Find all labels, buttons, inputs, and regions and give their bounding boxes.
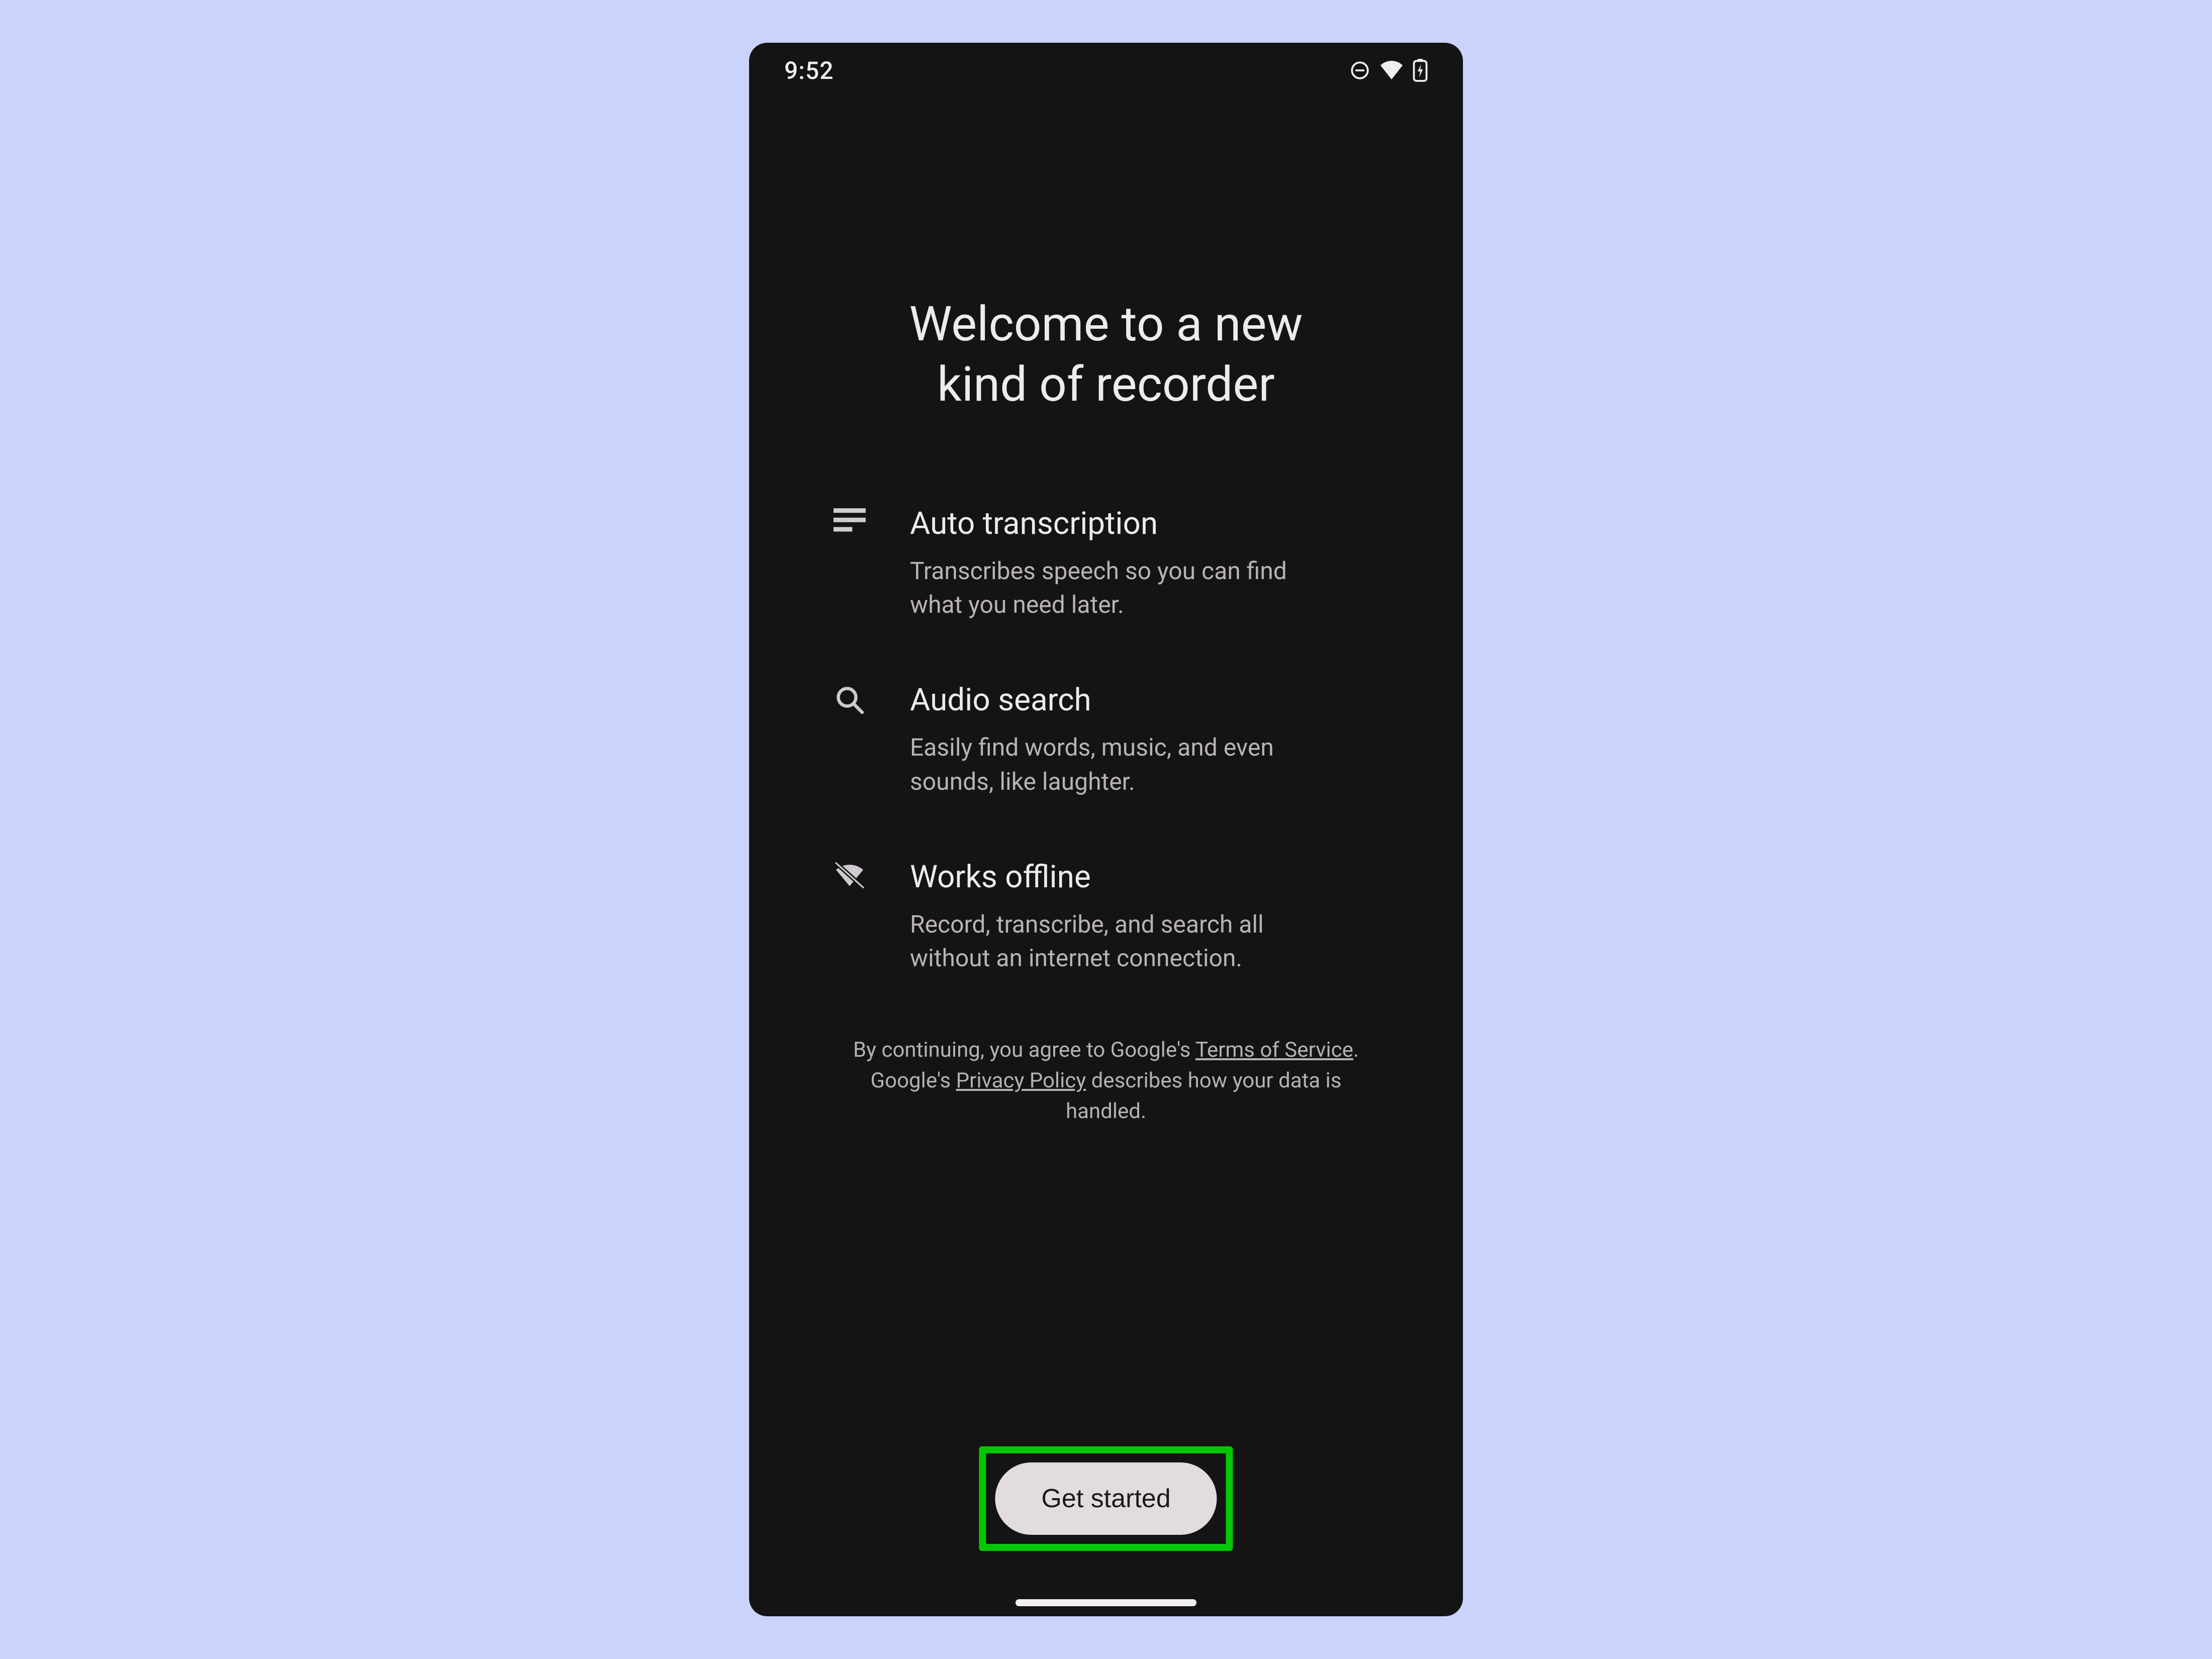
onboarding-content: Welcome to a new kind of recorder Auto t… <box>749 294 1463 1127</box>
feature-auto-transcription: Auto transcription Transcribes speech so… <box>829 505 1382 621</box>
legal-pre: By continuing, you agree to Google's <box>853 1038 1195 1062</box>
transcription-notes-icon <box>829 505 870 532</box>
terms-of-service-link[interactable]: Terms of Service <box>1195 1038 1353 1062</box>
cta-highlight: Get started <box>979 1446 1233 1551</box>
feature-title: Works offline <box>910 859 1382 895</box>
feature-title: Audio search <box>910 682 1382 718</box>
feature-works-offline: Works offline Record, transcribe, and se… <box>829 859 1382 975</box>
phone-screen: 9:52 We <box>749 43 1463 1616</box>
feature-title: Auto transcription <box>910 505 1382 542</box>
feature-desc: Transcribes speech so you can find what … <box>910 554 1342 621</box>
get-started-button[interactable]: Get started <box>995 1462 1217 1535</box>
search-icon <box>829 682 870 715</box>
status-time: 9:52 <box>784 56 834 85</box>
status-bar: 9:52 <box>749 43 1463 98</box>
do-not-disturb-icon <box>1349 60 1370 81</box>
status-icons <box>1349 59 1428 82</box>
wifi-off-icon <box>829 859 870 889</box>
feature-desc: Record, transcribe, and search all witho… <box>910 907 1342 975</box>
legal-text: By continuing, you agree to Google's Ter… <box>829 1035 1382 1127</box>
battery-charging-icon <box>1413 59 1428 82</box>
feature-desc: Easily find words, music, and even sound… <box>910 730 1342 798</box>
feature-audio-search: Audio search Easily find words, music, a… <box>829 682 1382 798</box>
privacy-policy-link[interactable]: Privacy Policy <box>956 1068 1086 1093</box>
wifi-icon <box>1379 60 1404 80</box>
legal-post: describes how your data is handled. <box>1066 1068 1347 1124</box>
page-title: Welcome to a new kind of recorder <box>829 294 1382 415</box>
title-line-2: kind of recorder <box>937 356 1275 413</box>
gesture-nav-handle[interactable] <box>1016 1599 1196 1606</box>
title-line-1: Welcome to a new <box>909 296 1303 352</box>
